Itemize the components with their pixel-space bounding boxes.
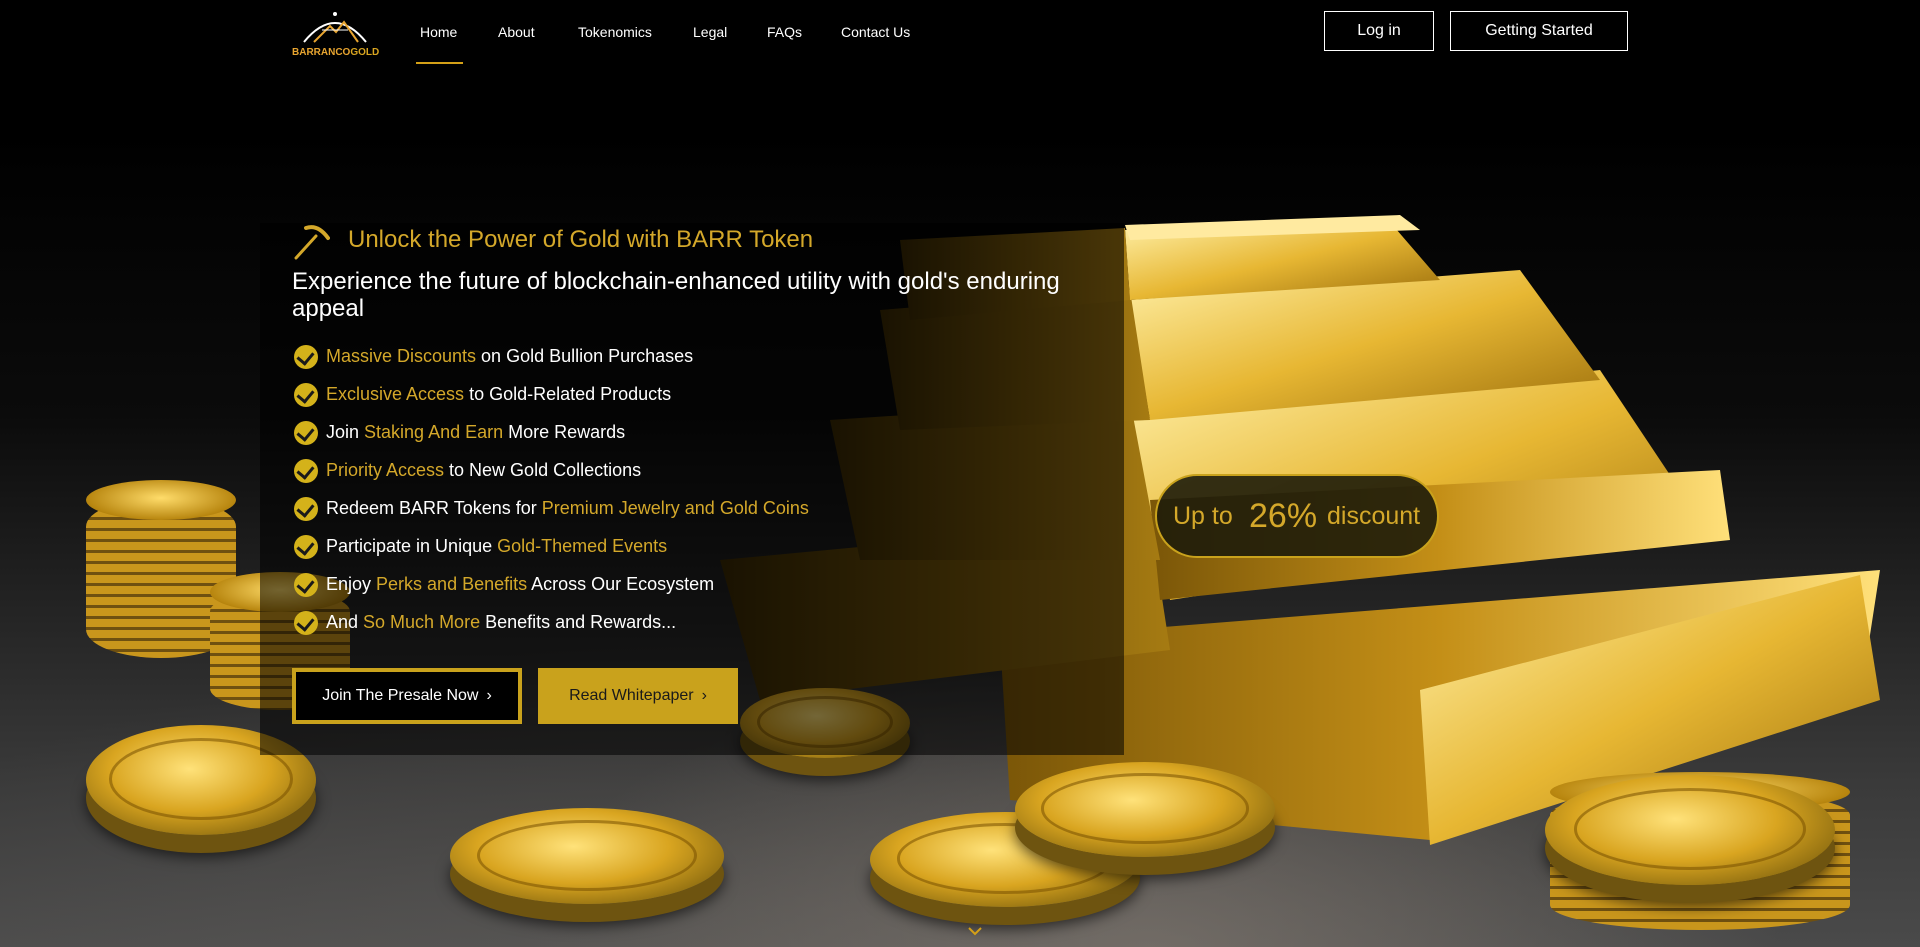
check-circle-icon bbox=[294, 421, 318, 445]
nav-item-contact-us[interactable]: Contact Us bbox=[841, 24, 910, 40]
nav-active-indicator bbox=[416, 62, 463, 64]
coin bbox=[450, 808, 724, 904]
feature-item: Redeem BARR Tokens for Premium Jewelry a… bbox=[292, 489, 1112, 527]
feature-highlight: Priority Access bbox=[326, 460, 445, 480]
chevron-right-icon: › bbox=[486, 687, 492, 704]
feature-item: Exclusive Access to Gold-Related Product… bbox=[292, 375, 1112, 413]
feature-pre: Redeem BARR Tokens for bbox=[326, 498, 542, 518]
feature-text: Participate in Unique Gold-Themed Events bbox=[326, 527, 667, 565]
feature-highlight: So Much More bbox=[363, 612, 481, 632]
login-button[interactable]: Log in bbox=[1324, 11, 1434, 51]
feature-post: to Gold-Related Products bbox=[464, 384, 672, 404]
feature-post: More Rewards bbox=[503, 422, 626, 442]
feature-pre: Participate in Unique bbox=[326, 536, 498, 556]
feature-pre: And bbox=[326, 612, 364, 632]
getting-started-button[interactable]: Getting Started bbox=[1450, 11, 1628, 51]
read-whitepaper-button[interactable]: Read Whitepaper › bbox=[538, 668, 738, 724]
chevron-right-icon: › bbox=[701, 687, 707, 704]
feature-item: Massive Discounts on Gold Bullion Purcha… bbox=[292, 337, 1112, 375]
feature-text: Priority Access to New Gold Collections bbox=[326, 451, 641, 489]
hero-headline: Unlock the Power of Gold with BARR Token bbox=[348, 226, 814, 253]
check-circle-icon bbox=[294, 345, 318, 369]
coin bbox=[1545, 775, 1835, 885]
feature-highlight: Staking And Earn bbox=[364, 422, 504, 442]
check-circle-icon bbox=[294, 383, 318, 407]
nav-item-faqs[interactable]: FAQs bbox=[767, 24, 802, 40]
logo-text-barranco: BARRANCO bbox=[292, 47, 351, 58]
feature-highlight: Premium Jewelry and Gold Coins bbox=[541, 498, 809, 518]
discount-prefix: Up to bbox=[1173, 502, 1233, 530]
nav-item-tokenomics[interactable]: Tokenomics bbox=[578, 24, 652, 40]
nav-item-home[interactable]: Home bbox=[420, 24, 457, 40]
nav-item-legal[interactable]: Legal bbox=[693, 24, 727, 40]
check-circle-icon bbox=[294, 573, 318, 597]
feature-post: Across Our Ecosystem bbox=[527, 574, 715, 594]
check-circle-icon bbox=[294, 497, 318, 521]
feature-item: And So Much More Benefits and Rewards... bbox=[292, 603, 1112, 641]
join-presale-button[interactable]: Join The Presale Now › bbox=[292, 668, 522, 724]
brand-logo[interactable]: BARRANCOGOLD bbox=[292, 10, 380, 58]
feature-list: Massive Discounts on Gold Bullion Purcha… bbox=[292, 337, 1112, 641]
feature-pre: Join bbox=[326, 422, 365, 442]
feature-item: Participate in Unique Gold-Themed Events bbox=[292, 527, 1112, 565]
pickaxe-icon bbox=[294, 225, 330, 260]
feature-highlight: Gold-Themed Events bbox=[497, 536, 668, 556]
feature-item: Priority Access to New Gold Collections bbox=[292, 451, 1112, 489]
coin bbox=[1015, 762, 1275, 857]
feature-text: Exclusive Access to Gold-Related Product… bbox=[326, 375, 671, 413]
feature-post: to New Gold Collections bbox=[444, 460, 642, 480]
feature-item: Enjoy Perks and Benefits Across Our Ecos… bbox=[292, 565, 1112, 603]
check-circle-icon bbox=[294, 611, 318, 635]
discount-suffix: discount bbox=[1327, 502, 1421, 530]
feature-text: Massive Discounts on Gold Bullion Purcha… bbox=[326, 337, 693, 375]
feature-highlight: Perks and Benefits bbox=[376, 574, 528, 594]
read-whitepaper-label: Read Whitepaper bbox=[569, 687, 694, 704]
feature-pre: Enjoy bbox=[326, 574, 377, 594]
join-presale-label: Join The Presale Now bbox=[322, 687, 479, 704]
feature-post: Benefits and Rewards... bbox=[480, 612, 677, 632]
logo-text-gold: GOLD bbox=[350, 47, 380, 58]
logo-mountain-icon bbox=[303, 12, 367, 43]
feature-highlight: Massive Discounts bbox=[326, 346, 477, 366]
feature-highlight: Exclusive Access bbox=[326, 384, 465, 404]
discount-badge: Up to 26% discount bbox=[1155, 474, 1439, 558]
chevron-down-icon[interactable] bbox=[967, 925, 983, 937]
feature-text: Enjoy Perks and Benefits Across Our Ecos… bbox=[326, 565, 714, 603]
feature-post: on Gold Bullion Purchases bbox=[476, 346, 694, 366]
logo-text: BARRANCOGOLD bbox=[292, 47, 380, 58]
hero-subheadline: Experience the future of blockchain-enha… bbox=[292, 268, 1060, 322]
feature-text: Redeem BARR Tokens for Premium Jewelry a… bbox=[326, 489, 809, 527]
feature-text: And So Much More Benefits and Rewards... bbox=[326, 603, 676, 641]
nav-item-about[interactable]: About bbox=[498, 24, 535, 40]
feature-item: Join Staking And Earn More Rewards bbox=[292, 413, 1112, 451]
site-header: BARRANCOGOLD Home About Tokenomics Legal… bbox=[0, 0, 1920, 66]
check-circle-icon bbox=[294, 535, 318, 559]
discount-value: 26% bbox=[1249, 497, 1318, 535]
feature-text: Join Staking And Earn More Rewards bbox=[326, 413, 625, 451]
check-circle-icon bbox=[294, 459, 318, 483]
